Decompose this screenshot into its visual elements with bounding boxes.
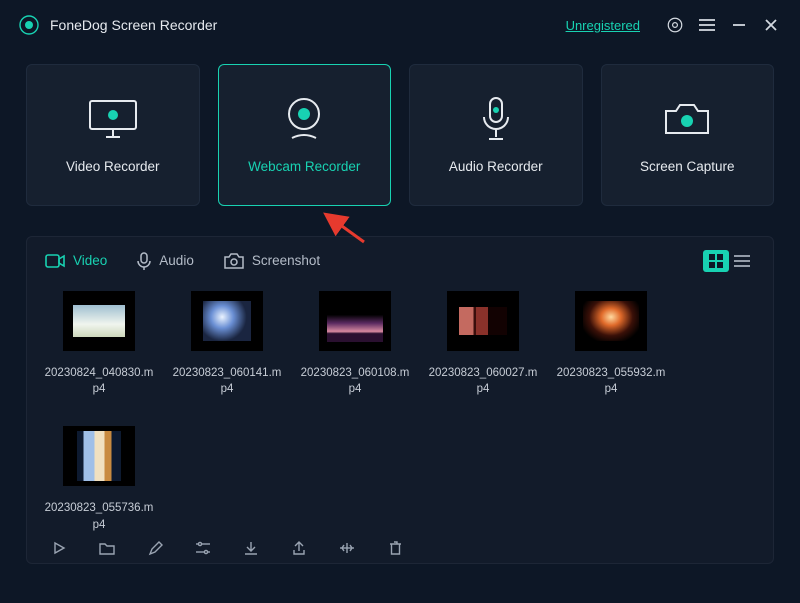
camera-small-icon — [224, 253, 244, 269]
unregistered-link[interactable]: Unregistered — [566, 18, 640, 33]
sliders-icon — [195, 541, 211, 555]
gallery-item[interactable]: 20230823_060108.mp4 — [305, 291, 405, 398]
webcam-icon — [282, 97, 326, 141]
thumbnail-icon — [63, 291, 135, 351]
gallery-item[interactable]: 20230823_055932.mp4 — [561, 291, 661, 398]
gallery-item[interactable]: 20230823_060141.mp4 — [177, 291, 277, 398]
gallery-item[interactable]: 20230824_040830.mp4 — [49, 291, 149, 398]
mode-cards: Video Recorder Webcam Recorder Audio Rec… — [0, 50, 800, 206]
app-logo-icon — [18, 14, 40, 36]
gallery-item[interactable]: 20230823_055736.mp4 — [49, 426, 149, 533]
minimize-button[interactable] — [728, 14, 750, 36]
gallery-item-label: 20230823_060141.mp4 — [172, 365, 282, 398]
edit-button[interactable] — [145, 538, 165, 558]
gallery-item-label: 20230823_060108.mp4 — [300, 365, 410, 398]
delete-button[interactable] — [385, 538, 405, 558]
list-view-button[interactable] — [729, 250, 755, 272]
tab-audio-label: Audio — [159, 253, 194, 268]
gallery-item-label: 20230823_055736.mp4 — [44, 500, 154, 533]
monitor-icon — [84, 97, 142, 141]
play-icon — [52, 541, 66, 555]
gallery-tabs: Video Audio Screenshot — [27, 237, 773, 273]
thumbnail-icon — [319, 291, 391, 351]
webcam-recorder-label: Webcam Recorder — [248, 159, 360, 174]
play-button[interactable] — [49, 538, 69, 558]
thumbnail-icon — [63, 426, 135, 486]
webcam-recorder-card[interactable]: Webcam Recorder — [218, 64, 392, 206]
microphone-icon — [479, 97, 513, 141]
thumbnail-icon — [191, 291, 263, 351]
grid-icon — [709, 254, 723, 268]
screen-capture-card[interactable]: Screen Capture — [601, 64, 775, 206]
open-folder-button[interactable] — [97, 538, 117, 558]
share-button[interactable] — [289, 538, 309, 558]
gallery-item[interactable]: 20230823_060027.mp4 — [433, 291, 533, 398]
trim-icon — [339, 541, 355, 555]
gallery-item-label: 20230824_040830.mp4 — [44, 365, 154, 398]
video-recorder-card[interactable]: Video Recorder — [26, 64, 200, 206]
gallery-toolbar — [27, 533, 773, 563]
convert-button[interactable] — [193, 538, 213, 558]
gallery-panel: Video Audio Screenshot — [26, 236, 774, 564]
audio-recorder-card[interactable]: Audio Recorder — [409, 64, 583, 206]
screen-capture-label: Screen Capture — [640, 159, 735, 174]
gallery-item-label: 20230823_060027.mp4 — [428, 365, 538, 398]
pencil-icon — [148, 541, 163, 556]
video-recorder-label: Video Recorder — [66, 159, 160, 174]
thumbnail-icon — [575, 291, 647, 351]
camera-icon — [662, 97, 712, 141]
audio-recorder-label: Audio Recorder — [449, 159, 543, 174]
tab-video-label: Video — [73, 253, 107, 268]
thumbnail-grid: 20230824_040830.mp4 20230823_060141.mp4 … — [27, 273, 773, 534]
app-title: FoneDog Screen Recorder — [50, 17, 217, 33]
video-icon — [45, 254, 65, 268]
trash-icon — [389, 541, 402, 556]
titlebar: FoneDog Screen Recorder Unregistered — [0, 0, 800, 50]
thumbnail-icon — [447, 291, 519, 351]
share-icon — [292, 541, 306, 556]
folder-icon — [99, 541, 115, 555]
trim-button[interactable] — [337, 538, 357, 558]
microphone-small-icon — [137, 252, 151, 270]
tab-audio[interactable]: Audio — [137, 252, 194, 270]
list-icon — [734, 255, 750, 267]
tab-video[interactable]: Video — [45, 253, 107, 268]
tab-screenshot[interactable]: Screenshot — [224, 253, 320, 269]
gallery-item-label: 20230823_055932.mp4 — [556, 365, 666, 398]
close-button[interactable] — [760, 14, 782, 36]
download-icon — [244, 541, 258, 556]
tab-screenshot-label: Screenshot — [252, 253, 320, 268]
grid-view-button[interactable] — [703, 250, 729, 272]
settings-button[interactable] — [664, 14, 686, 36]
download-button[interactable] — [241, 538, 261, 558]
menu-button[interactable] — [696, 14, 718, 36]
